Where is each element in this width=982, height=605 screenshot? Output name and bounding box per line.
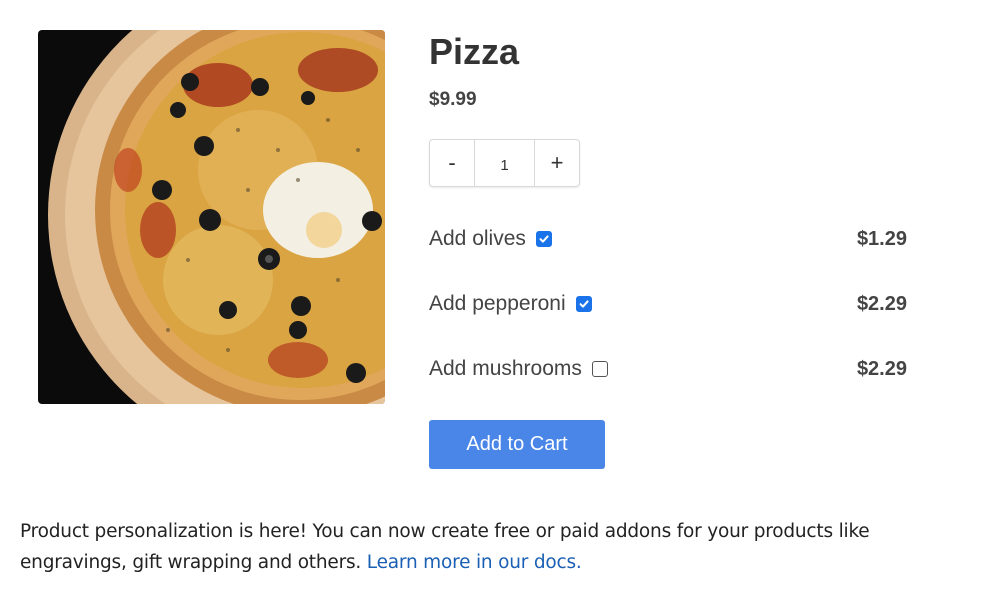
add-to-cart-button[interactable]: Add to Cart: [429, 420, 605, 469]
quantity-stepper: - 1 +: [429, 139, 580, 187]
product-title: Pizza: [429, 31, 520, 72]
quantity-input[interactable]: 1: [474, 140, 535, 186]
addon-row-mushrooms: Add mushrooms $2.29: [429, 354, 909, 384]
product-image: [38, 30, 385, 404]
addon-price: $2.29: [856, 292, 907, 315]
docs-link[interactable]: Learn more in our docs.: [367, 552, 582, 573]
addon-row-pepperoni: Add pepperoni $2.29: [429, 289, 909, 319]
product-price: $9.99: [429, 89, 477, 110]
checkmark-icon: [539, 235, 549, 243]
increment-button[interactable]: +: [535, 140, 579, 186]
addon-label: Add mushrooms: [429, 357, 582, 380]
personalization-note: Product personalization is here! You can…: [20, 516, 970, 578]
addon-checkbox-mushrooms[interactable]: [591, 361, 608, 377]
addon-label: Add pepperoni: [429, 292, 566, 315]
addon-price: $1.29: [856, 227, 907, 250]
checkmark-icon: [579, 300, 589, 308]
addon-price: $2.29: [856, 357, 907, 380]
pizza-photo-icon: [38, 30, 385, 404]
addon-checkbox-pepperoni[interactable]: [575, 296, 592, 312]
addon-row-olives: Add olives $1.29: [429, 224, 909, 254]
addon-label: Add olives: [429, 227, 526, 250]
addon-checkbox-olives[interactable]: [535, 231, 552, 247]
decrement-button[interactable]: -: [430, 140, 474, 186]
